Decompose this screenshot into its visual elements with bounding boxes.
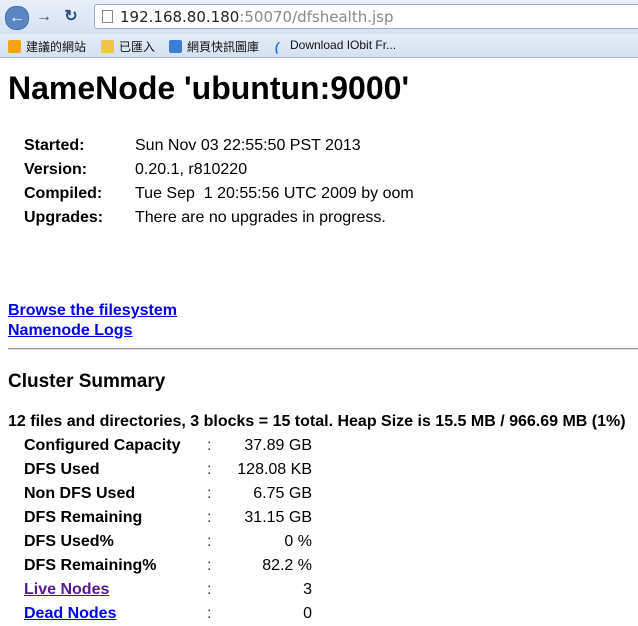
stats-row: Non DFS Used: 6.75 GB (24, 482, 312, 506)
stat-key: Live Nodes (24, 578, 207, 602)
cluster-summary-heading: Cluster Summary (8, 371, 166, 392)
stat-key: Configured Capacity (24, 437, 181, 454)
bookmark-suggested-sites[interactable]: 建議的網站 (8, 38, 86, 55)
stat-key: Dead Nodes (24, 602, 207, 626)
stat-colon: : (207, 533, 212, 550)
forward-button[interactable]: → (33, 6, 55, 28)
bookmark-web-slice-gallery[interactable]: 網頁快訊圖庫 (169, 38, 259, 55)
info-row: Started: Sun Nov 03 22:55:50 PST 2013 (24, 134, 414, 158)
stat-value: 128.08 KB (237, 461, 312, 478)
stat-colon: : (207, 485, 212, 502)
nav-links: Browse the filesystem Namenode Logs (8, 301, 177, 341)
info-row: Upgrades: There are no upgrades in progre… (24, 206, 414, 230)
info-row: Compiled: Tue Sep 1 20:55:56 UTC 2009 by … (24, 182, 414, 206)
address-bar[interactable]: 192.168.80.180:50070/dfshealth.jsp (94, 4, 638, 29)
browse-filesystem-link[interactable]: Browse the filesystem (8, 301, 177, 321)
stat-colon: : (207, 557, 212, 574)
divider (8, 348, 638, 350)
stats-row: DFS Remaining%: 82.2 % (24, 554, 312, 578)
stat-key: DFS Remaining (24, 509, 143, 526)
url-path: :50070/dfshealth.jsp (239, 8, 394, 26)
bookmark-star-icon (8, 40, 21, 53)
stat-key: DFS Used (24, 461, 100, 478)
stat-key: Non DFS Used (24, 485, 136, 502)
reload-button[interactable]: ↻ (60, 6, 82, 28)
page-title: NameNode 'ubuntun:9000' (8, 70, 410, 106)
bookmark-label: 已匯入 (119, 40, 156, 54)
iobit-icon: ( (275, 40, 279, 54)
stat-key: DFS Used% (24, 533, 114, 550)
stat-colon: : (207, 509, 212, 526)
bookmark-label: Download IObit Fr... (290, 38, 397, 52)
page-icon (102, 10, 113, 23)
bookmark-label: 網頁快訊圖庫 (187, 40, 260, 54)
stats-row: DFS Used%: 0 % (24, 530, 312, 554)
live-nodes-link[interactable]: Live Nodes (24, 581, 109, 598)
back-button[interactable]: ← (5, 6, 29, 30)
page-content: NameNode 'ubuntun:9000' Started: Sun Nov … (0, 58, 638, 622)
info-row: Version: 0.20.1, r810220 (24, 158, 414, 182)
stats-row: DFS Remaining: 31.15 GB (24, 506, 312, 530)
cluster-stats-table: Configured Capacity: 37.89 GB DFS Used: 12… (24, 434, 312, 626)
stats-row: Live Nodes: 3 (24, 578, 312, 602)
info-key: Started: (24, 137, 85, 154)
bookmark-label: 建議的網站 (26, 40, 87, 54)
info-value: Sun Nov 03 22:55:50 PST 2013 (135, 137, 361, 154)
stat-colon: : (207, 581, 212, 598)
stat-colon: : (207, 437, 212, 454)
stats-row: Configured Capacity: 37.89 GB (24, 434, 312, 458)
info-value: There are no upgrades in progress. (135, 209, 386, 226)
url-text[interactable]: 192.168.80.180:50070/dfshealth.jsp (120, 8, 394, 26)
folder-icon (101, 40, 114, 53)
bookmark-download-iobit[interactable]: ( Download IObit Fr... (275, 38, 397, 54)
stats-row: DFS Used: 128.08 KB (24, 458, 312, 482)
info-key: Compiled: (24, 185, 103, 202)
stat-value: 82.2 % (262, 557, 312, 574)
stat-colon: : (207, 605, 212, 622)
stats-row: Dead Nodes: 0 (24, 602, 312, 626)
summary-line: 12 files and directories, 3 blocks = 15 … (8, 413, 626, 430)
dead-nodes-link[interactable]: Dead Nodes (24, 605, 116, 622)
namenode-info-table: Started: Sun Nov 03 22:55:50 PST 2013 Ver… (24, 134, 414, 230)
stat-value: 37.89 GB (244, 437, 312, 454)
info-key: Version: (24, 161, 88, 178)
stat-colon: : (207, 461, 212, 478)
stat-value: 3 (303, 581, 312, 598)
namenode-logs-link[interactable]: Namenode Logs (8, 321, 177, 341)
web-slice-icon (169, 40, 182, 53)
info-value: Tue Sep 1 20:55:56 UTC 2009 by oom (135, 185, 414, 202)
info-key: Upgrades: (24, 209, 104, 226)
info-value: 0.20.1, r810220 (135, 161, 248, 178)
bookmark-imported[interactable]: 已匯入 (101, 38, 155, 55)
stat-value: 0 (303, 605, 312, 622)
url-host: 192.168.80.180 (120, 8, 240, 26)
browser-toolbar: ← → ↻ 192.168.80.180:50070/dfshealth.jsp (0, 0, 638, 34)
stat-value: 6.75 GB (253, 485, 312, 502)
stat-key: DFS Remaining% (24, 557, 157, 574)
bookmarks-bar: 建議的網站 已匯入 網頁快訊圖庫 ( Download IObit Fr... (0, 34, 638, 58)
stat-value: 0 % (284, 533, 312, 550)
browser-chrome: ← → ↻ 192.168.80.180:50070/dfshealth.jsp… (0, 0, 638, 58)
stat-value: 31.15 GB (244, 509, 312, 526)
